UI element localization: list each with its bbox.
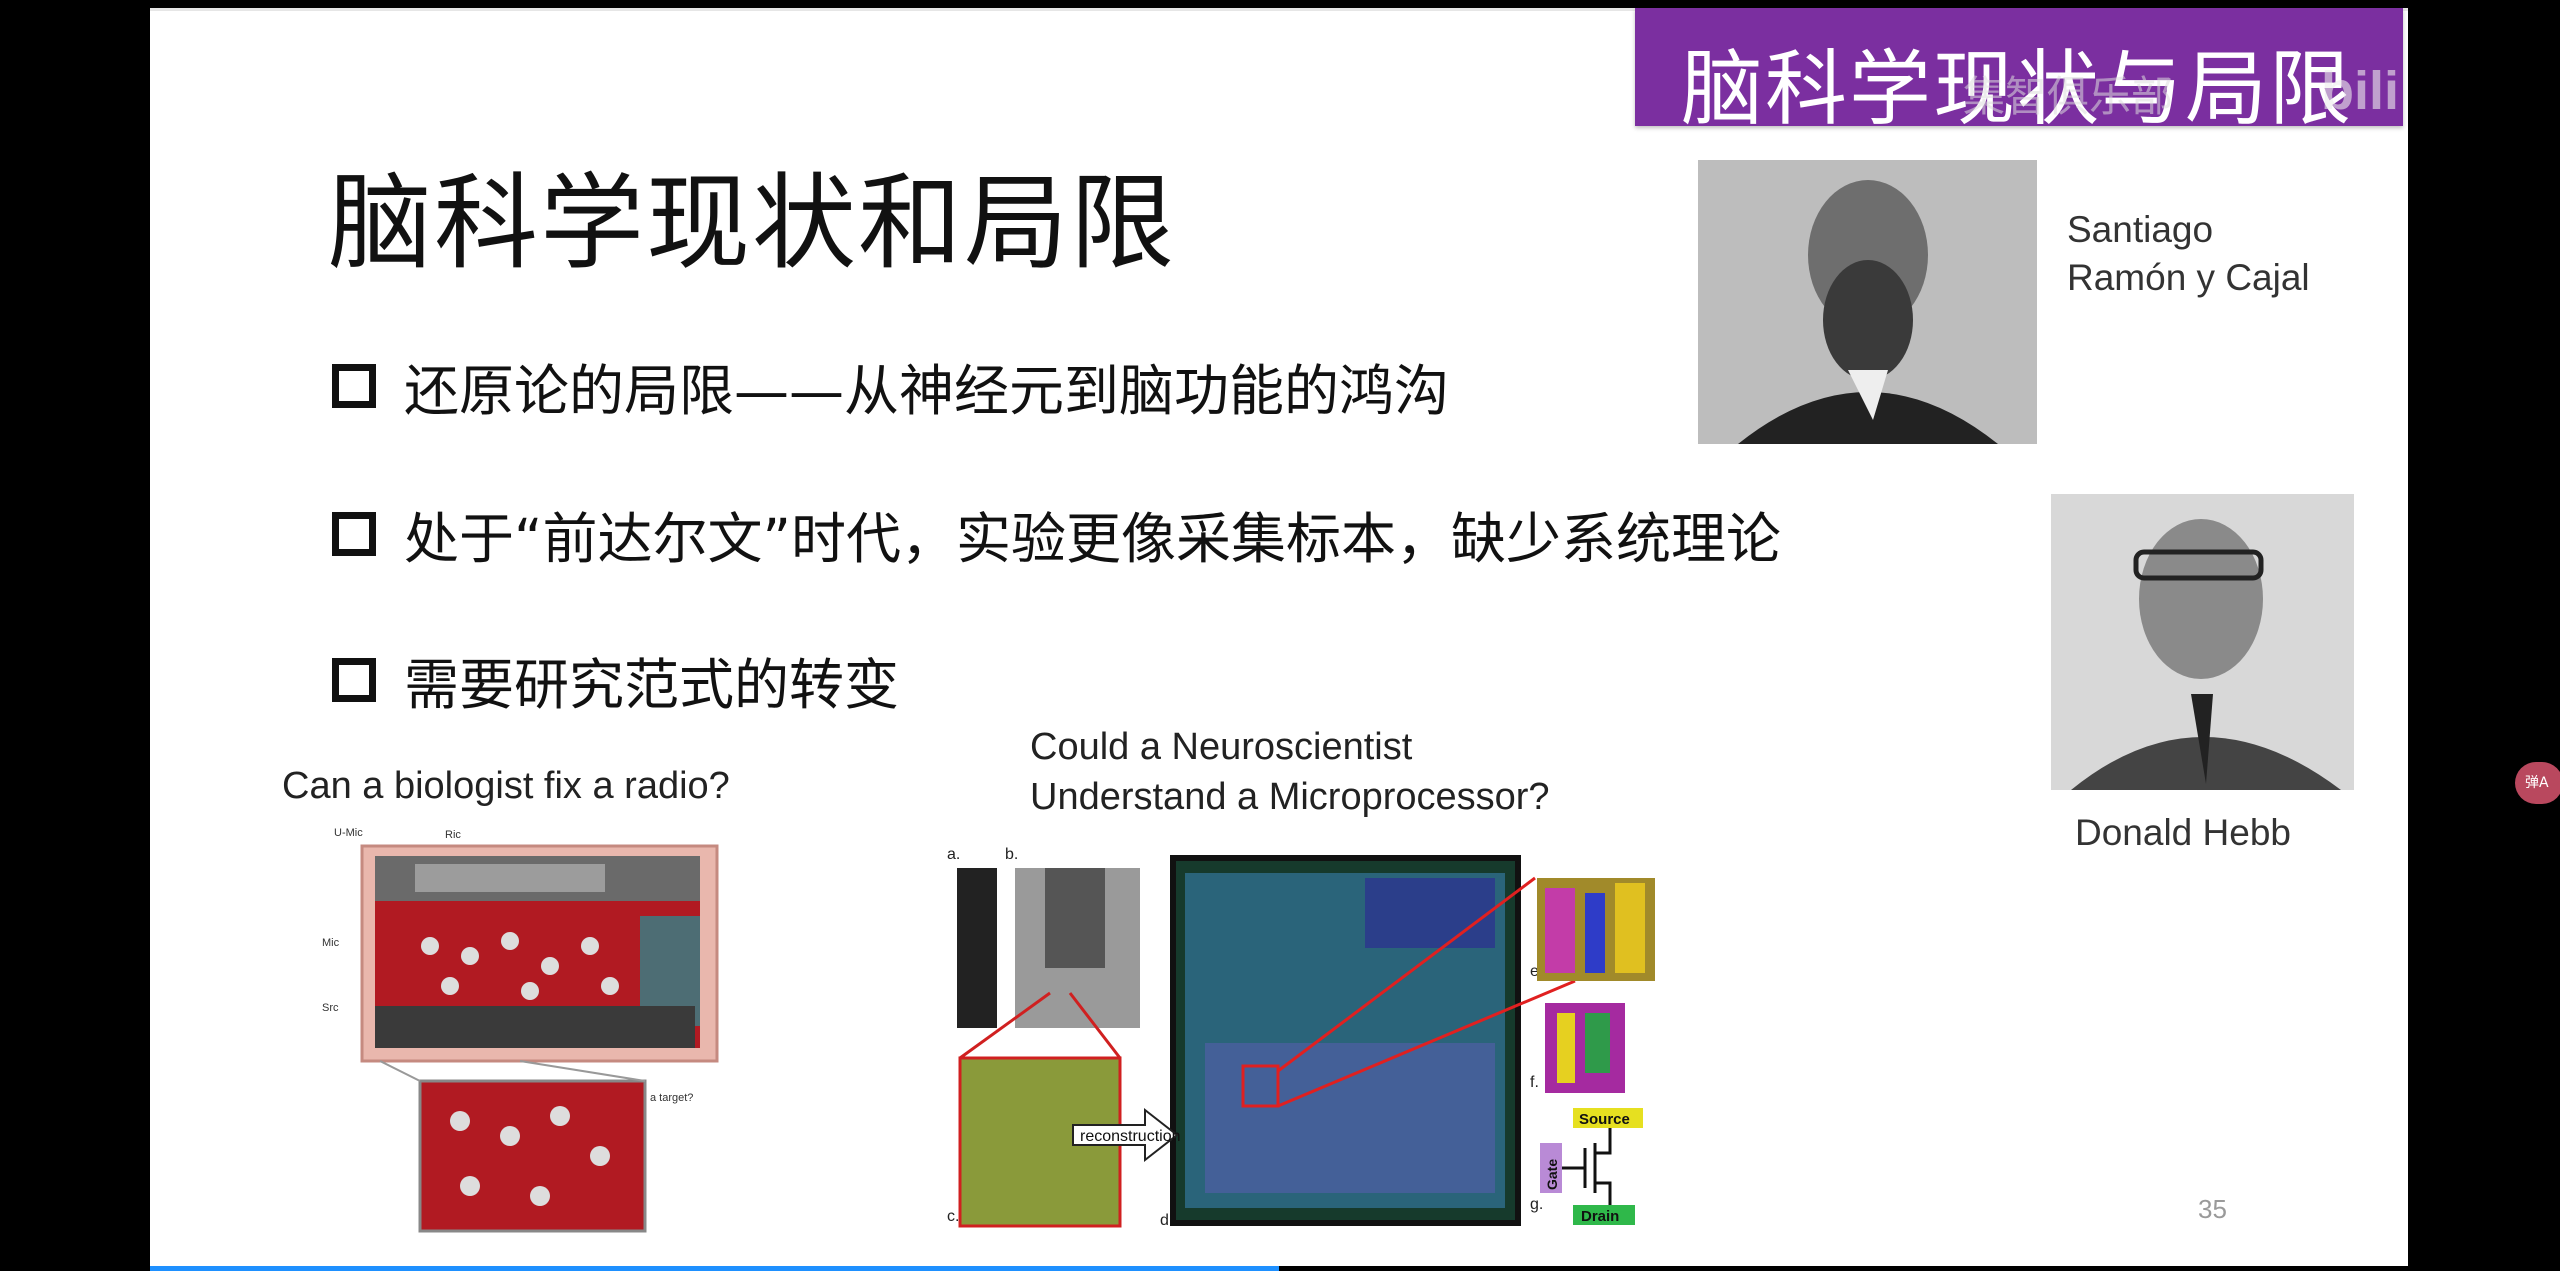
microprocessor-figure: a. b. c. d. e. f. g. reconstruction Sour… bbox=[947, 846, 1655, 1229]
slide-title: 脑科学现状和局限 bbox=[328, 162, 1177, 284]
gate-tag: Gate bbox=[1544, 1159, 1560, 1190]
bullet-1: 还原论的局限——从神经元到脑功能的鸿沟 bbox=[332, 346, 1449, 426]
microprocessor-caption-line2: Understand a Microprocessor? bbox=[1030, 776, 1550, 818]
panel-label-c: c. bbox=[947, 1208, 959, 1225]
reconstruction-arrow-label: reconstruction bbox=[1080, 1128, 1181, 1145]
checkbox-square-icon bbox=[332, 364, 376, 408]
video-progress-bar[interactable] bbox=[150, 1266, 1279, 1271]
bullet-2: 处于“前达尔文”时代，实验更像采集标本，缺少系统理论 bbox=[332, 494, 1781, 574]
slide-page-number: 35 bbox=[2198, 1194, 2227, 1224]
radio-label-mic: Mic bbox=[322, 937, 340, 949]
panel-label-f: f. bbox=[1530, 1074, 1539, 1091]
checkbox-square-icon bbox=[332, 658, 376, 702]
radio-circuit-image: U-Mic Ric Mic Src a target? bbox=[322, 827, 719, 1233]
radio-label-ric: Ric bbox=[445, 829, 461, 841]
bullet-text: 还原论的局限——从神经元到脑功能的鸿沟 bbox=[404, 359, 1450, 423]
cajal-name-line1: Santiago bbox=[2067, 209, 2214, 250]
radio-label-src: Src bbox=[322, 1002, 339, 1014]
bilibili-logo: bili bbox=[2321, 61, 2399, 121]
portrait-hebb bbox=[2051, 494, 2354, 790]
hebb-name: Donald Hebb bbox=[2075, 812, 2291, 853]
radio-label-target: a target? bbox=[650, 1092, 693, 1104]
watermark-text: 集智俱乐部 bbox=[1963, 72, 2174, 121]
slide: 脑科学现状与局限 集智俱乐部 bili 脑科学现状和局限 还原论的局限——从神经… bbox=[150, 8, 2408, 1266]
radio-label-umic: U-Mic bbox=[334, 827, 363, 839]
danmaku-toggle-button[interactable]: 弹A bbox=[2515, 762, 2560, 804]
panel-label-g: g. bbox=[1530, 1196, 1543, 1213]
portrait-cajal bbox=[1698, 160, 2037, 444]
panel-label-a: a. bbox=[947, 846, 960, 863]
panel-label-b: b. bbox=[1005, 846, 1018, 863]
bullet-3: 需要研究范式的转变 bbox=[332, 640, 899, 720]
bullet-text: 处于“前达尔文”时代，实验更像采集标本，缺少系统理论 bbox=[404, 507, 1781, 571]
bullet-text: 需要研究范式的转变 bbox=[404, 653, 900, 717]
drain-tag: Drain bbox=[1581, 1208, 1619, 1225]
cajal-name-line2: Ramón y Cajal bbox=[2067, 257, 2310, 298]
microprocessor-caption-line1: Could a Neuroscientist bbox=[1030, 726, 1413, 768]
radio-figure-caption: Can a biologist fix a radio? bbox=[282, 765, 730, 807]
cajal-photo bbox=[1698, 160, 2037, 444]
source-tag: Source bbox=[1579, 1111, 1630, 1128]
hebb-photo bbox=[2051, 494, 2354, 790]
section-banner: 脑科学现状与局限 集智俱乐部 bili bbox=[1635, 8, 2403, 137]
checkbox-square-icon bbox=[332, 512, 376, 556]
